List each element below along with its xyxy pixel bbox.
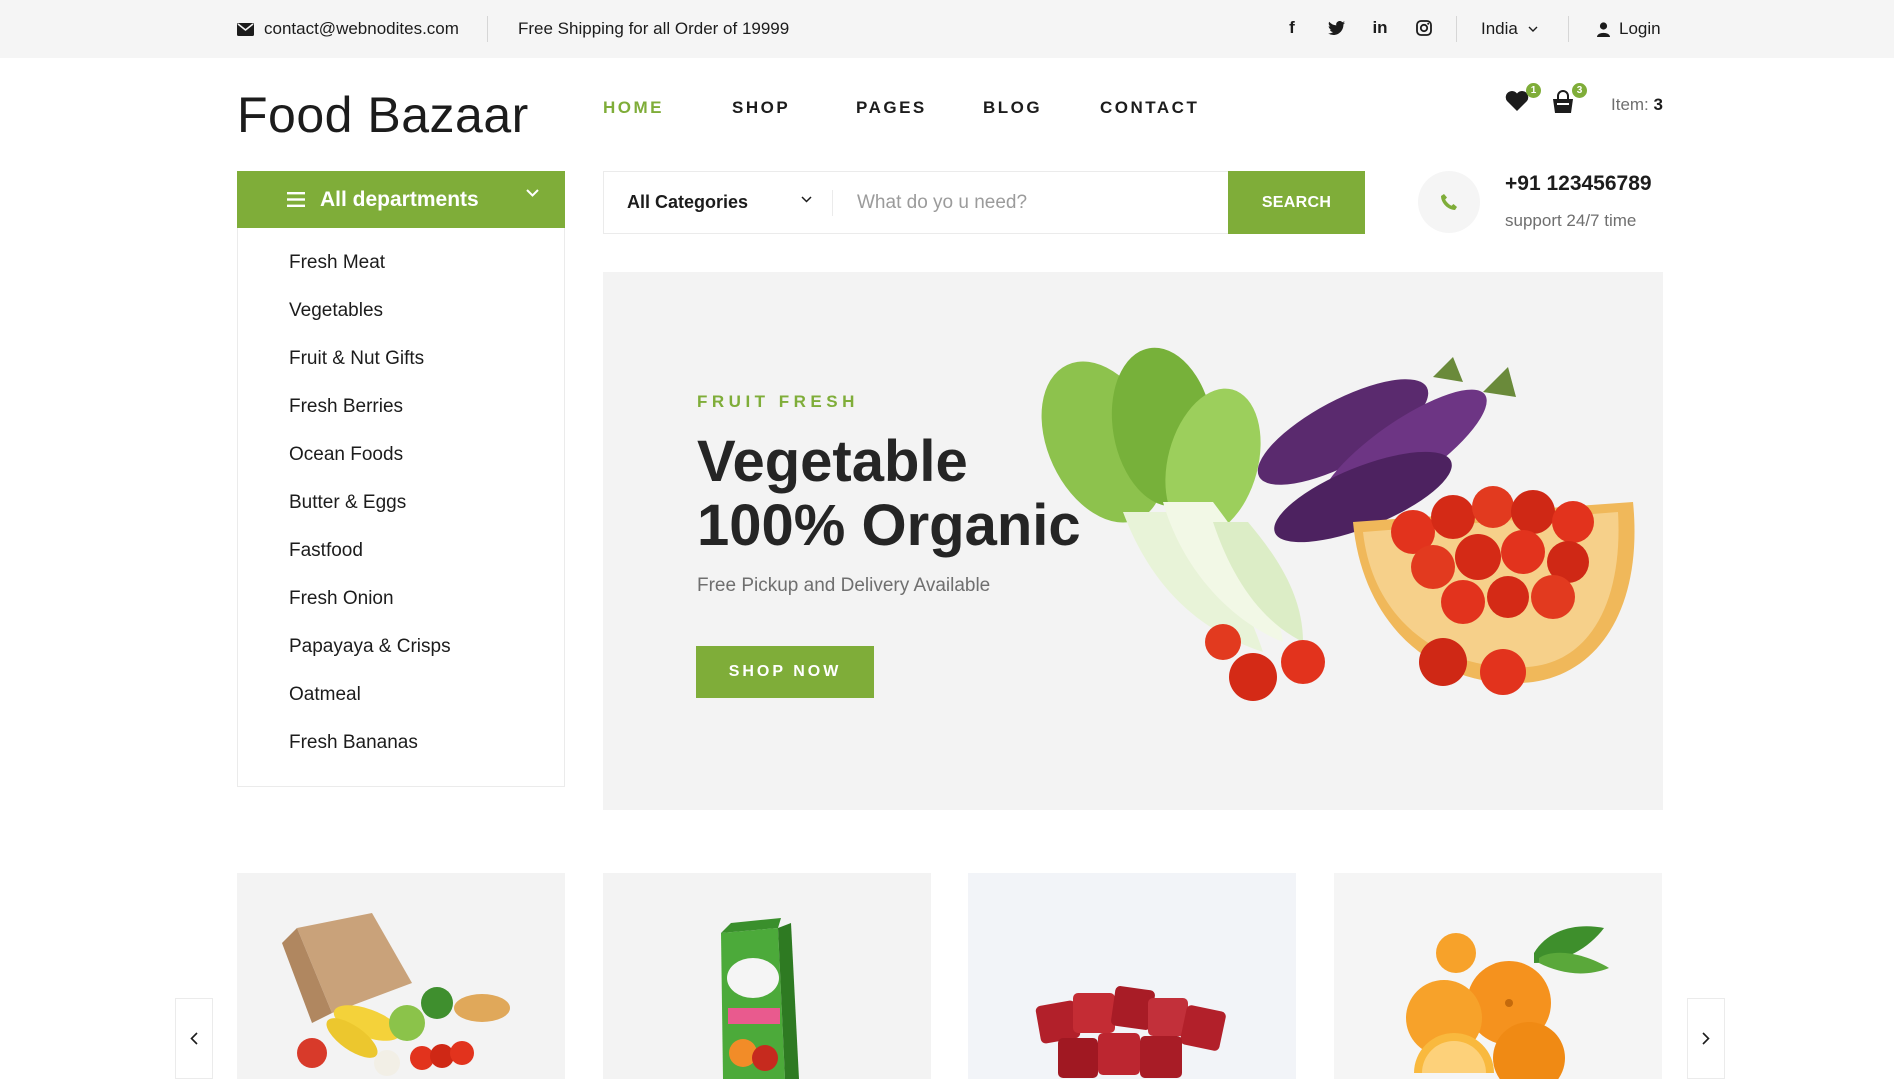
department-item[interactable]: Fresh Berries <box>289 395 564 443</box>
envelope-icon <box>237 22 254 36</box>
nav-blog[interactable]: BLOG <box>983 98 1100 118</box>
nav-home[interactable]: HOME <box>603 98 728 118</box>
chevron-down-icon <box>1528 26 1538 32</box>
shopping-bag-icon <box>1553 90 1573 113</box>
category-select[interactable]: All Categories <box>604 172 832 233</box>
all-departments-toggle[interactable]: All departments <box>237 171 565 228</box>
juice-carton-image <box>721 918 799 1079</box>
items-label: Item: <box>1611 95 1649 114</box>
category-card-juice[interactable] <box>603 873 931 1079</box>
department-item[interactable]: Oatmeal <box>289 683 564 731</box>
department-item[interactable]: Ocean Foods <box>289 443 564 491</box>
language-select[interactable]: India <box>1481 19 1538 39</box>
email-contact[interactable]: contact@webnodites.com <box>237 19 459 39</box>
login-link[interactable]: Login <box>1597 19 1661 39</box>
vegetables-image <box>1041 347 1635 701</box>
wishlist-button[interactable]: 1 <box>1505 83 1541 114</box>
departments-list: Fresh Meat Vegetables Fruit & Nut Gifts … <box>237 228 565 787</box>
phone-icon-circle <box>1418 171 1480 233</box>
department-item[interactable]: Butter & Eggs <box>289 491 564 539</box>
chevron-down-icon <box>801 196 812 203</box>
linkedin-icon[interactable]: in <box>1370 17 1390 39</box>
hamburger-menu-icon <box>287 192 305 207</box>
grocery-bag-image <box>282 913 510 1076</box>
hero-eyebrow: FRUIT FRESH <box>697 392 859 411</box>
department-item[interactable]: Papayaya & Crisps <box>289 635 564 683</box>
items-value: 3 <box>1653 95 1663 114</box>
search-input[interactable] <box>857 186 1217 220</box>
search-form: All Categories SEARCH <box>603 171 1365 234</box>
category-card-fruits[interactable] <box>1334 873 1662 1079</box>
language-label: India <box>1481 19 1518 38</box>
hero-banner: FRUIT FRESH Vegetable 100% Organic Free … <box>603 272 1663 810</box>
department-item[interactable]: Fresh Bananas <box>289 731 564 779</box>
cart-count-badge: 3 <box>1572 83 1587 98</box>
wishlist-count-badge: 1 <box>1526 83 1541 98</box>
category-select-value: All Categories <box>627 192 749 212</box>
top-bar: contact@webnodites.com Free Shipping for… <box>0 0 1894 58</box>
social-links: f in <box>1282 17 1434 39</box>
carousel-next-button[interactable] <box>1687 998 1725 1079</box>
department-item[interactable]: Fastfood <box>289 539 564 587</box>
search-button[interactable]: SEARCH <box>1228 171 1365 234</box>
heart-icon <box>1505 91 1529 111</box>
raw-meat-image <box>1035 986 1226 1078</box>
phone-icon <box>1441 194 1457 210</box>
category-card-vegetables[interactable] <box>237 873 565 1079</box>
divider <box>487 16 488 42</box>
email-text: contact@webnodites.com <box>264 19 459 38</box>
facebook-icon[interactable]: f <box>1282 17 1302 39</box>
department-item[interactable]: Fresh Meat <box>289 251 564 299</box>
cart-items-total: Item: 3 <box>1611 95 1663 115</box>
divider <box>1568 16 1569 42</box>
user-icon <box>1597 21 1610 37</box>
support-hours: support 24/7 time <box>1505 211 1637 230</box>
instagram-icon[interactable] <box>1414 17 1434 39</box>
twitter-icon[interactable] <box>1326 17 1346 39</box>
shipping-notice: Free Shipping for all Order of 19999 <box>518 19 790 38</box>
header-actions: 1 3 <box>1505 83 1597 114</box>
phone-number[interactable]: +91 123456789 <box>1505 172 1652 196</box>
nav-pages[interactable]: PAGES <box>856 98 983 118</box>
nav-contact[interactable]: CONTACT <box>1100 98 1199 118</box>
nav-shop[interactable]: SHOP <box>732 98 856 118</box>
chevron-right-icon <box>1702 1032 1710 1045</box>
shop-now-button[interactable]: SHOP NOW <box>696 646 874 698</box>
divider <box>832 190 833 216</box>
cart-button[interactable]: 3 <box>1551 83 1587 114</box>
chevron-down-icon <box>526 189 539 197</box>
departments-title: All departments <box>320 187 479 211</box>
department-item[interactable]: Vegetables <box>289 299 564 347</box>
site-logo[interactable]: Food Bazaar <box>237 86 529 144</box>
hero-subtitle: Free Pickup and Delivery Available <box>697 575 991 596</box>
oranges-image <box>1406 926 1609 1079</box>
main-nav: HOME SHOP PAGES BLOG CONTACT <box>603 98 1199 118</box>
category-card-meat[interactable] <box>968 873 1296 1079</box>
login-label: Login <box>1619 19 1661 38</box>
department-item[interactable]: Fresh Onion <box>289 587 564 635</box>
department-item[interactable]: Fruit & Nut Gifts <box>289 347 564 395</box>
divider <box>1456 16 1457 42</box>
carousel-prev-button[interactable] <box>175 998 213 1079</box>
chevron-left-icon <box>190 1032 198 1045</box>
